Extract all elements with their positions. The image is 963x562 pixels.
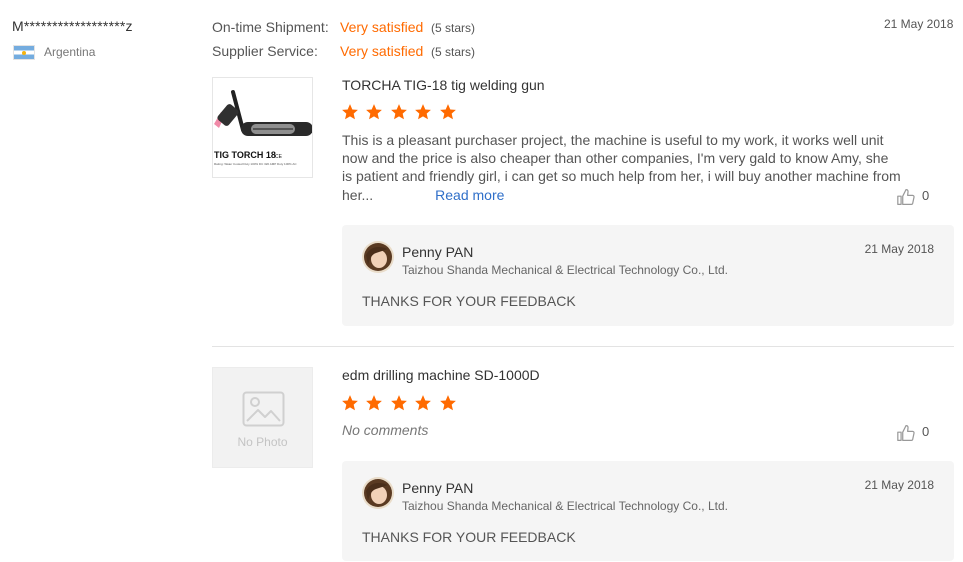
welding-torch-image: TIG TORCH 18 CE Rating: Water Cooled Dut… — [214, 90, 312, 166]
product-star-rating — [341, 394, 459, 414]
reply-company: Taizhou Shanda Mechanical & Electrical T… — [402, 263, 728, 277]
review-comment-text: This is a pleasant purchaser project, th… — [342, 132, 901, 203]
reply-company: Taizhou Shanda Mechanical & Electrical T… — [402, 499, 728, 513]
no-photo-label: No Photo — [237, 435, 288, 449]
image-placeholder-icon — [242, 391, 285, 427]
reply-text: THANKS FOR YOUR FEEDBACK — [362, 293, 576, 309]
star-icon — [366, 104, 383, 120]
avatar — [362, 477, 394, 509]
star-icon — [439, 395, 456, 411]
reply-date: 21 May 2018 — [864, 242, 934, 256]
thumbs-up-icon[interactable] — [896, 424, 916, 442]
thumbnail-small-text: Rating: Water Cooled Duty 100% DC 320 AM… — [214, 162, 297, 166]
star-icon — [415, 395, 432, 411]
no-comments-text: No comments — [342, 422, 429, 438]
thumbs-up-icon[interactable] — [896, 188, 916, 206]
rating-label-service: Supplier Service: — [212, 43, 318, 59]
like-count: 0 — [922, 188, 930, 203]
rating-value-text: Very satisfied — [340, 43, 424, 59]
review-date: 21 May 2018 — [884, 17, 954, 31]
star-icon — [415, 104, 432, 120]
product-title[interactable]: TORCHA TIG-18 tig welding gun — [342, 77, 545, 93]
rating-count: (5 stars) — [431, 21, 476, 35]
read-more-link[interactable]: Read more — [435, 187, 504, 203]
supplier-reply: Penny PAN Taizhou Shanda Mechanical & El… — [342, 225, 954, 326]
review-comment: This is a pleasant purchaser project, th… — [342, 131, 902, 204]
thumbnail-caption: TIG TORCH 18 — [214, 150, 276, 160]
rating-value-service: Very satisfied (5 stars) — [340, 43, 475, 59]
buyer-country: Argentina — [44, 45, 96, 59]
svg-text:CE: CE — [275, 154, 283, 160]
rating-value-text: Very satisfied — [340, 19, 424, 35]
star-icon — [342, 395, 358, 411]
divider — [212, 346, 954, 347]
product-thumbnail[interactable]: TIG TORCH 18 CE Rating: Water Cooled Dut… — [212, 77, 313, 178]
rating-label-shipment: On-time Shipment: — [212, 19, 329, 35]
reply-text: THANKS FOR YOUR FEEDBACK — [362, 529, 576, 545]
rating-count: (5 stars) — [431, 45, 476, 59]
argentina-flag-icon — [13, 45, 35, 60]
reply-author-name: Penny PAN — [402, 480, 474, 496]
product-title[interactable]: edm drilling machine SD-1000D — [342, 367, 540, 383]
reply-author-name: Penny PAN — [402, 244, 474, 260]
no-photo-placeholder: No Photo — [212, 367, 313, 468]
like-count: 0 — [922, 424, 930, 439]
buyer-name: M******************z — [12, 18, 133, 34]
star-icon — [342, 104, 358, 120]
rating-value-shipment: Very satisfied (5 stars) — [340, 19, 475, 35]
star-icon — [366, 395, 383, 411]
star-icon — [439, 104, 456, 120]
product-star-rating — [341, 103, 459, 123]
star-icon — [391, 395, 407, 411]
avatar — [362, 241, 394, 273]
supplier-reply: Penny PAN Taizhou Shanda Mechanical & El… — [342, 461, 954, 561]
reply-date: 21 May 2018 — [864, 478, 934, 492]
star-icon — [391, 104, 407, 120]
